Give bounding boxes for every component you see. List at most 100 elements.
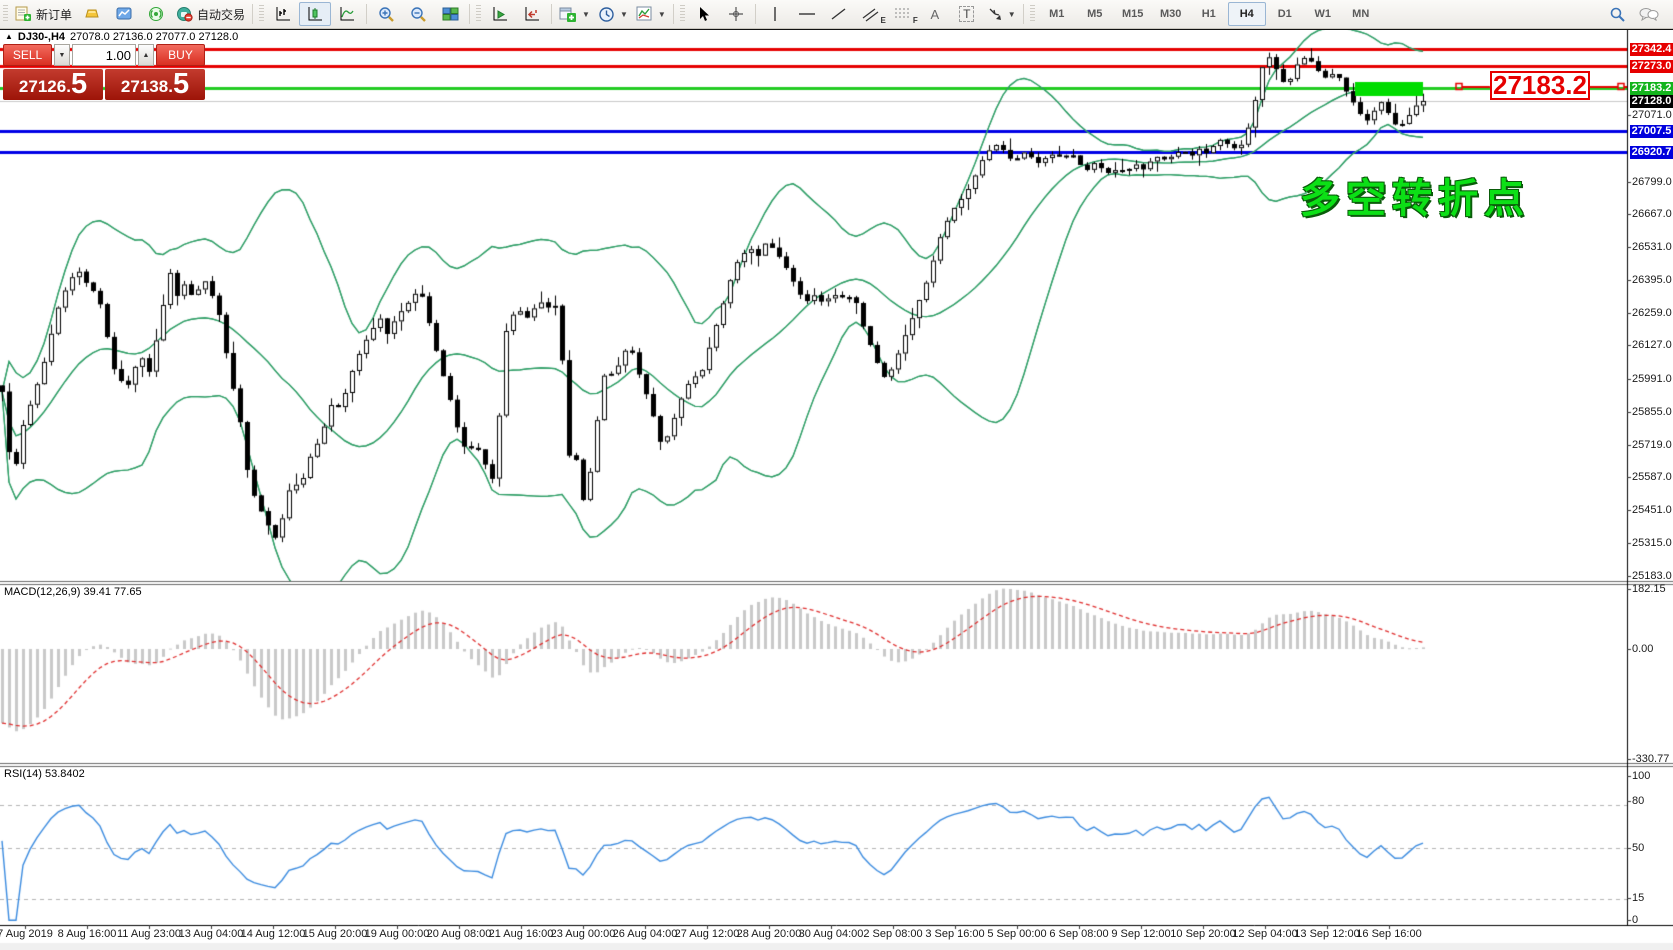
price-callout-box[interactable]: 27183.2 bbox=[1490, 71, 1590, 100]
label-tool-label: T bbox=[959, 6, 974, 22]
auto-scroll-icon bbox=[492, 6, 509, 22]
timeframe-button-m5[interactable]: M5 bbox=[1076, 2, 1114, 26]
text-label-tool-button[interactable]: T bbox=[951, 2, 983, 26]
time-axis-label: 9 Sep 12:00 bbox=[1111, 928, 1170, 940]
sell-price-frac: 5 bbox=[71, 70, 87, 99]
time-axis-label: 13 Aug 04:00 bbox=[179, 928, 244, 940]
chart-shift-icon bbox=[524, 6, 541, 22]
timeframe-button-m15[interactable]: M15 bbox=[1114, 2, 1152, 26]
indicators-button[interactable]: ▼ bbox=[632, 2, 670, 26]
time-axis-label: 8 Aug 16:00 bbox=[58, 928, 117, 940]
price-level-badge: 26920.7 bbox=[1630, 146, 1673, 159]
clock-icon bbox=[598, 6, 615, 23]
zoom-in-icon bbox=[378, 6, 395, 23]
candlestick-chart-button[interactable] bbox=[299, 2, 331, 26]
chevron-down-icon: ▼ bbox=[1008, 10, 1016, 19]
price-level-badge: 27342.4 bbox=[1630, 43, 1673, 56]
timeframe-button-h4[interactable]: H4 bbox=[1228, 2, 1266, 26]
timeframe-button-d1[interactable]: D1 bbox=[1266, 2, 1304, 26]
new-order-icon bbox=[15, 6, 32, 22]
timeframe-button-m30[interactable]: M30 bbox=[1152, 2, 1190, 26]
price-level-badge: 27007.5 bbox=[1630, 125, 1673, 138]
line-chart-button[interactable] bbox=[331, 2, 363, 26]
horizontal-line-tool-button[interactable] bbox=[791, 2, 823, 26]
zoom-out-icon bbox=[410, 6, 427, 23]
time-axis-label: 16 Sep 16:00 bbox=[1356, 928, 1421, 940]
gold-button[interactable] bbox=[76, 2, 108, 26]
text-tool-label: A bbox=[930, 7, 939, 22]
time-axis-label: 13 Sep 12:00 bbox=[1294, 928, 1359, 940]
volume-decrease-button[interactable]: ▼ bbox=[54, 44, 70, 66]
auto-trading-label: 自动交易 bbox=[197, 6, 245, 23]
zoom-in-button[interactable] bbox=[370, 2, 402, 26]
crosshair-tool-button[interactable] bbox=[720, 2, 752, 26]
price-level-badge: 27128.0 bbox=[1630, 95, 1673, 108]
candlestick-chart-icon bbox=[307, 6, 324, 22]
channel-tool-label: E bbox=[880, 16, 885, 25]
buy-price-display[interactable]: 27138.5 bbox=[105, 69, 205, 100]
auto-trading-button[interactable]: 自动交易 bbox=[172, 2, 249, 26]
chevron-down-icon: ▼ bbox=[658, 10, 666, 19]
fibonacci-icon bbox=[894, 6, 912, 22]
arrows-tool-button[interactable]: ▼ bbox=[983, 2, 1020, 26]
time-axis-label: 6 Sep 08:00 bbox=[1049, 928, 1108, 940]
channel-tool-button[interactable]: E bbox=[855, 2, 887, 26]
volume-input[interactable] bbox=[72, 44, 136, 66]
price-axis-label: 25719.0 bbox=[1632, 439, 1672, 451]
new-chart-button[interactable]: ▼ bbox=[555, 2, 594, 26]
zoom-out-button[interactable] bbox=[402, 2, 434, 26]
signal-button[interactable] bbox=[140, 2, 172, 26]
rsi-axis-label: 15 bbox=[1632, 892, 1644, 904]
chart-canvas[interactable] bbox=[0, 0, 1673, 950]
time-axis-label: 20 Aug 08:00 bbox=[427, 928, 492, 940]
price-axis-label: 27071.0 bbox=[1632, 109, 1672, 121]
periods-button[interactable]: ▼ bbox=[594, 2, 632, 26]
buy-button[interactable]: BUY bbox=[156, 44, 205, 66]
price-axis-label: 25991.0 bbox=[1632, 373, 1672, 385]
line-chart-icon bbox=[339, 6, 356, 22]
volume-increase-button[interactable]: ▲ bbox=[138, 44, 154, 66]
chat-button[interactable] bbox=[1633, 2, 1665, 26]
new-order-button[interactable]: 新订单 bbox=[11, 2, 76, 26]
price-axis-label: 26395.0 bbox=[1632, 274, 1672, 286]
time-axis-label: 19 Aug 00:00 bbox=[365, 928, 430, 940]
time-axis-label: 5 Sep 00:00 bbox=[987, 928, 1046, 940]
time-axis-label: 10 Sep 20:00 bbox=[1170, 928, 1235, 940]
price-axis-label: 26127.0 bbox=[1632, 339, 1672, 351]
timeframe-button-m1[interactable]: M1 bbox=[1038, 2, 1076, 26]
chart-shift-button[interactable] bbox=[516, 2, 548, 26]
price-axis-label: 25315.0 bbox=[1632, 537, 1672, 549]
market-watch-button[interactable] bbox=[108, 2, 140, 26]
auto-scroll-button[interactable] bbox=[484, 2, 516, 26]
price-axis-label: 25183.0 bbox=[1632, 570, 1672, 582]
timeframe-toolbar: M1M5M15M30H1H4D1W1MN bbox=[1038, 2, 1380, 26]
macd-axis-label: 182.15 bbox=[1632, 583, 1666, 595]
fibonacci-tool-button[interactable]: F bbox=[887, 2, 919, 26]
price-level-badge: 27183.2 bbox=[1630, 82, 1673, 95]
time-axis-label: 14 Aug 12:00 bbox=[241, 928, 306, 940]
time-axis-label: 26 Aug 04:00 bbox=[613, 928, 678, 940]
vertical-line-tool-button[interactable] bbox=[759, 2, 791, 26]
bar-chart-button[interactable] bbox=[267, 2, 299, 26]
time-axis-label: 12 Sep 04:00 bbox=[1232, 928, 1297, 940]
equidistant-channel-icon bbox=[862, 6, 880, 22]
timeframe-button-w1[interactable]: W1 bbox=[1304, 2, 1342, 26]
search-button[interactable] bbox=[1601, 2, 1633, 26]
bar-chart-icon bbox=[275, 6, 292, 22]
buy-price-frac: 5 bbox=[173, 70, 189, 99]
price-level-badge: 27273.0 bbox=[1630, 60, 1673, 73]
sell-price-display[interactable]: 27126.5 bbox=[3, 69, 103, 100]
timeframe-button-h1[interactable]: H1 bbox=[1190, 2, 1228, 26]
indicators-icon bbox=[636, 6, 653, 22]
vertical-line-icon bbox=[769, 6, 781, 22]
trendline-tool-button[interactable] bbox=[823, 2, 855, 26]
auto-trading-icon bbox=[176, 6, 193, 22]
tile-windows-button[interactable] bbox=[434, 2, 466, 26]
time-axis-label: 21 Aug 16:00 bbox=[489, 928, 554, 940]
timeframe-button-mn[interactable]: MN bbox=[1342, 2, 1380, 26]
sell-button[interactable]: SELL bbox=[3, 44, 52, 66]
text-tool-button[interactable]: A bbox=[919, 2, 951, 26]
cursor-tool-button[interactable] bbox=[688, 2, 720, 26]
one-click-toggle-icon[interactable]: ▲ bbox=[5, 32, 13, 42]
rsi-axis-label: 80 bbox=[1632, 795, 1644, 807]
